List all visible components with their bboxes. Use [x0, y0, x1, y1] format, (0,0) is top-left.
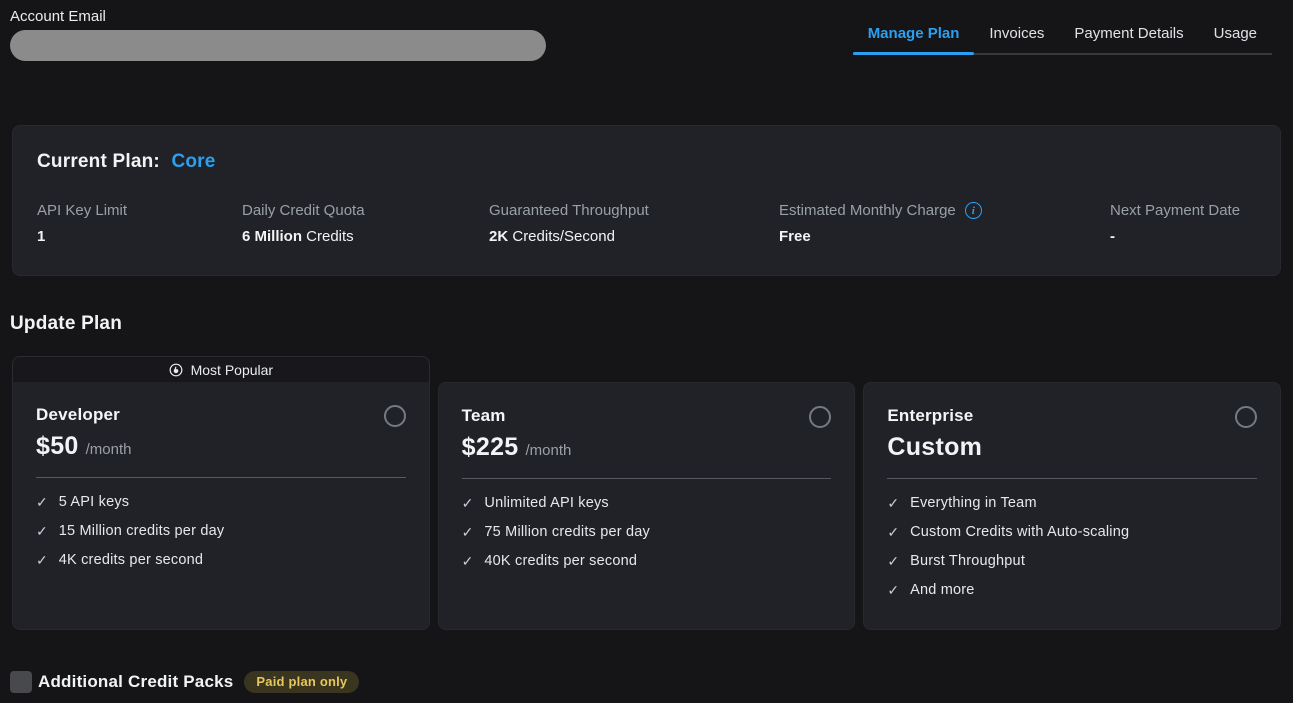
plans-row: Most Popular Developer $50 /month ✓ 5 API…: [12, 356, 1281, 630]
feature-item: ✓ Unlimited API keys: [462, 495, 832, 512]
tab-manage-plan[interactable]: Manage Plan: [853, 25, 975, 53]
plan-radio[interactable]: [1235, 406, 1257, 428]
plan-period: /month: [86, 441, 132, 458]
check-icon: ✓: [462, 524, 474, 541]
feature-item: ✓ 40K credits per second: [462, 553, 832, 570]
plan-features: ✓ Everything in Team ✓ Custom Credits with…: [887, 495, 1257, 599]
plan-body: Enterprise Custom ✓ Everything in Team ✓ C…: [863, 382, 1281, 630]
stat-value: 1: [37, 228, 242, 245]
plan-price-row: $50 /month: [36, 432, 406, 461]
check-icon: ✓: [887, 495, 899, 512]
plan-name: Developer: [36, 405, 406, 425]
credit-packs-label: Additional Credit Packs: [38, 672, 233, 692]
plan-body: Team $225 /month ✓ Unlimited API keys ✓ 75…: [438, 382, 856, 630]
stat-estimated-monthly-charge: Estimated Monthly Charge i Free: [779, 202, 1110, 245]
plan-divider: [36, 477, 406, 478]
stat-label: Daily Credit Quota: [242, 202, 489, 219]
feature-label: Custom Credits with Auto-scaling: [910, 524, 1129, 541]
plan-price: Custom: [887, 433, 982, 462]
check-icon: ✓: [36, 523, 48, 540]
current-plan-stats: API Key Limit 1 Daily Credit Quota 6 Mil…: [37, 202, 1256, 245]
check-icon: ✓: [36, 552, 48, 569]
account-email-label: Account Email: [10, 8, 546, 25]
stat-api-key-limit: API Key Limit 1: [37, 202, 242, 245]
credit-packs-checkbox[interactable]: [10, 671, 32, 693]
plan-divider: [462, 478, 832, 479]
plan-card-developer[interactable]: Most Popular Developer $50 /month ✓ 5 API…: [12, 356, 430, 630]
feature-item: ✓ Burst Throughput: [887, 553, 1257, 570]
stat-label: Next Payment Date: [1110, 202, 1256, 219]
feature-label: Unlimited API keys: [484, 495, 608, 512]
plan-price: $225: [462, 433, 519, 462]
feature-label: 4K credits per second: [59, 552, 203, 569]
feature-item: ✓ 4K credits per second: [36, 552, 406, 569]
feature-label: And more: [910, 582, 974, 599]
feature-item: ✓ 75 Million credits per day: [462, 524, 832, 541]
plan-features: ✓ Unlimited API keys ✓ 75 Million credits …: [462, 495, 832, 570]
billing-tabs: Manage Plan Invoices Payment Details Usa…: [853, 25, 1272, 55]
plan-card-enterprise[interactable]: Enterprise Custom ✓ Everything in Team ✓ C…: [863, 356, 1281, 630]
feature-item: ✓ And more: [887, 582, 1257, 599]
feature-label: 75 Million credits per day: [484, 524, 650, 541]
additional-credit-packs-row: Additional Credit Packs Paid plan only: [10, 671, 1293, 693]
info-icon[interactable]: i: [965, 202, 982, 219]
stat-daily-credit-quota: Daily Credit Quota 6 Million Credits: [242, 202, 489, 245]
stat-next-payment-date: Next Payment Date -: [1110, 202, 1256, 245]
stat-value: -: [1110, 228, 1256, 245]
account-email-input[interactable]: [10, 30, 546, 61]
plan-features: ✓5 API keys ✓15 Million credits per day …: [36, 494, 406, 569]
current-plan-title: Current Plan: Core: [37, 151, 1256, 173]
top-bar: Account Email Manage Plan Invoices Payme…: [0, 0, 1293, 61]
tab-payment-details[interactable]: Payment Details: [1059, 25, 1198, 53]
flame-icon: [169, 363, 183, 377]
check-icon: ✓: [462, 495, 474, 512]
stat-label: Guaranteed Throughput: [489, 202, 779, 219]
feature-item: ✓ 15 Million credits per day: [36, 523, 406, 540]
update-plan-title: Update Plan: [10, 313, 1293, 335]
most-popular-badge: Most Popular: [12, 356, 430, 382]
plan-name: Team: [462, 406, 832, 426]
plan-radio[interactable]: [384, 405, 406, 427]
tab-usage[interactable]: Usage: [1199, 25, 1272, 53]
tab-invoices[interactable]: Invoices: [974, 25, 1059, 53]
stat-guaranteed-throughput: Guaranteed Throughput 2K Credits/Second: [489, 202, 779, 245]
paid-plan-only-badge: Paid plan only: [244, 671, 359, 693]
stat-value: 2K Credits/Second: [489, 228, 779, 245]
feature-item: ✓ Custom Credits with Auto-scaling: [887, 524, 1257, 541]
feature-label: 5 API keys: [59, 494, 130, 511]
account-email-block: Account Email: [10, 8, 546, 61]
feature-item: ✓ Everything in Team: [887, 495, 1257, 512]
check-icon: ✓: [36, 494, 48, 511]
plan-divider: [887, 478, 1257, 479]
plan-card-team[interactable]: Team $225 /month ✓ Unlimited API keys ✓ 75…: [438, 356, 856, 630]
check-icon: ✓: [887, 582, 899, 599]
most-popular-label: Most Popular: [191, 362, 273, 378]
check-icon: ✓: [462, 553, 474, 570]
plan-period: /month: [526, 442, 572, 459]
feature-label: 15 Million credits per day: [59, 523, 225, 540]
feature-item: ✓ 5 API keys: [36, 494, 406, 511]
stat-value: Free: [779, 228, 1110, 245]
plan-name: Enterprise: [887, 406, 1257, 426]
check-icon: ✓: [887, 524, 899, 541]
current-plan-card: Current Plan: Core API Key Limit 1 Daily…: [12, 125, 1281, 276]
stat-value: 6 Million Credits: [242, 228, 489, 245]
plan-price-row: Custom: [887, 433, 1257, 462]
feature-label: 40K credits per second: [484, 553, 637, 570]
check-icon: ✓: [887, 553, 899, 570]
current-plan-name: Core: [171, 151, 215, 172]
current-plan-title-prefix: Current Plan:: [37, 151, 160, 172]
stat-label: API Key Limit: [37, 202, 242, 219]
feature-label: Burst Throughput: [910, 553, 1025, 570]
plan-price-row: $225 /month: [462, 433, 832, 462]
plan-price: $50: [36, 432, 79, 461]
feature-label: Everything in Team: [910, 495, 1037, 512]
stat-label: Estimated Monthly Charge i: [779, 202, 1110, 219]
plan-body: Developer $50 /month ✓ 5 API keys ✓ 15 Mil…: [12, 382, 430, 630]
